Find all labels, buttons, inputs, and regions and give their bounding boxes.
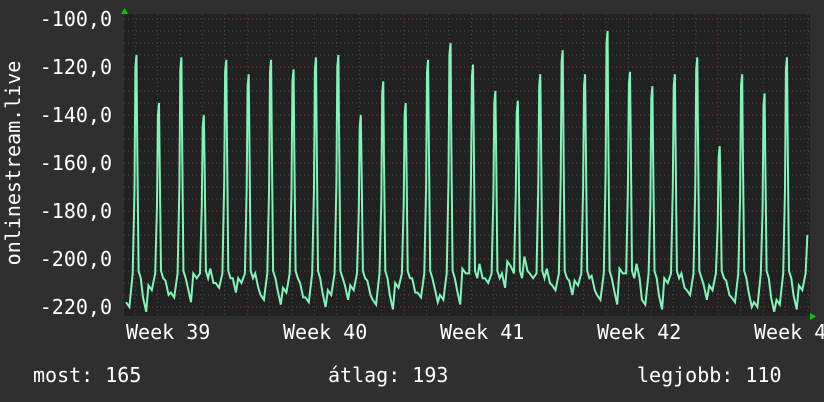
x-tick-label: Week 41	[440, 320, 524, 344]
x-tick-label: Week 40	[283, 320, 367, 344]
y-axis-label: onlinestream.live	[1, 61, 25, 266]
y-tick-label: -140,0	[40, 103, 112, 127]
y-ticks: -100,0 -120,0 -140,0 -160,0 -180,0 -200,0 -220…	[40, 7, 112, 319]
x-tick-label: Week 4	[754, 320, 824, 344]
y-tick-label: -120,0	[40, 55, 112, 79]
y-tick-label: -200,0	[40, 247, 112, 271]
legend-average: átlag: 193	[328, 363, 449, 387]
legend-best: legjobb: 110	[637, 363, 782, 387]
x-axis-arrow-icon	[810, 313, 816, 320]
chart: -100,0 -120,0 -140,0 -160,0 -180,0 -200,0 -220…	[1, 7, 824, 344]
y-tick-label: -100,0	[40, 7, 112, 31]
y-tick-label: -180,0	[40, 199, 112, 223]
y-axis-arrow-icon	[121, 8, 128, 14]
y-tick-label: -160,0	[40, 151, 112, 175]
y-tick-label: -220,0	[40, 295, 112, 319]
x-tick-label: Week 39	[126, 320, 210, 344]
x-ticks: Week 39 Week 40 Week 41 Week 42 Week 4	[126, 320, 824, 344]
legend-current: most: 165	[33, 363, 142, 387]
x-tick-label: Week 42	[597, 320, 681, 344]
